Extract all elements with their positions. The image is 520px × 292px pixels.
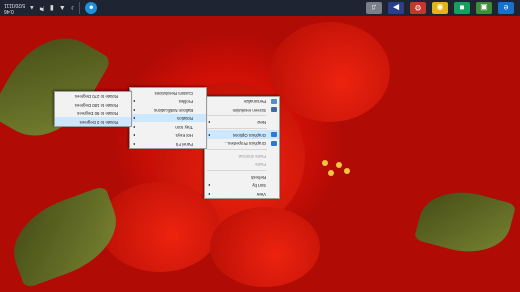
clock-time: 0:46 [4, 8, 14, 14]
flower-stamen [344, 168, 350, 174]
submenu-arrow-icon: ▸ [133, 125, 136, 130]
menu-item-rotate-0[interactable]: Rotate to 0 Degrees [55, 117, 131, 126]
taskbar-clock[interactable]: 0:46 5/20/1111 [4, 2, 25, 14]
menu-divider [207, 149, 267, 150]
intel-graphics-icon [271, 141, 277, 146]
flower-stamen [322, 160, 328, 166]
menu-item-sort-by[interactable]: Sort by ▸ [205, 181, 279, 190]
menu-divider [207, 170, 267, 171]
submenu-arrow-icon: ▸ [133, 116, 136, 122]
settings-icon[interactable]: ⚙ [410, 2, 426, 14]
flower-petal [210, 207, 320, 287]
graphics-options-submenu: Panel Fit ▸ Hot Keys ▸ Tray Icon ▸ Rotation… [129, 87, 207, 149]
clock-date: 5/20/1111 [4, 2, 26, 8]
personalize-icon [271, 99, 277, 104]
rotation-submenu: Rotate to 0 Degrees Rotate to 90 Degrees… [54, 91, 132, 127]
store-icon[interactable]: ■ [454, 2, 470, 14]
submenu-arrow-icon: ▸ [208, 133, 211, 138]
menu-item-balloon-notifications[interactable]: Balloon Notifications ▸ [130, 106, 206, 115]
menu-item-custom-resolutions[interactable]: Custom Resolutions [130, 89, 206, 98]
menu-item-screen-resolution[interactable]: Screen resolution [205, 106, 279, 115]
tray-divider [79, 2, 81, 14]
leaf [413, 181, 517, 263]
notification-icon[interactable]: ● [85, 2, 98, 14]
submenu-arrow-icon: ▸ [208, 183, 211, 189]
flag-icon[interactable]: ⚑ [39, 4, 45, 12]
submenu-arrow-icon: ▸ [133, 99, 136, 105]
flower-stamen [328, 170, 334, 176]
menu-item-personalize[interactable]: Personalize [205, 97, 279, 106]
network-icon[interactable]: ▲ [59, 5, 66, 12]
flower-petal [100, 182, 220, 272]
menu-item-paste-shortcut[interactable]: Paste shortcut [205, 152, 279, 161]
menu-item-rotate-270[interactable]: Rotate to 270 Degrees [55, 92, 131, 101]
chevron-up-icon[interactable]: ▴ [30, 4, 34, 12]
system-tray: ● ♪ ▲ ▮ ⚑ ▴ 0:46 5/20/1111 [4, 0, 98, 16]
menu-item-tray-icon[interactable]: Tray Icon ▸ [130, 123, 206, 132]
menu-item-new[interactable]: New ▸ [205, 118, 279, 127]
leaf [0, 19, 113, 155]
menu-item-rotation[interactable]: Rotation ▸ [130, 114, 206, 123]
battery-icon[interactable]: ▮ [50, 4, 54, 12]
photos-icon[interactable]: ▣ [476, 2, 492, 14]
menu-item-view[interactable]: View ▸ [205, 190, 279, 199]
menu-item-hot-keys[interactable]: Hot Keys ▸ [130, 131, 206, 140]
taskbar: e ▣ ■ ◉ ⚙ ▶ ♫ ● ♪ ▲ ▮ ⚑ ▴ 0:46 5/20/1111 [0, 0, 520, 16]
edge-icon[interactable]: e [498, 2, 514, 14]
menu-item-graphics-options[interactable]: Graphics Options ▸ [205, 130, 279, 139]
chrome-icon[interactable]: ◉ [432, 2, 448, 14]
menu-item-profiles[interactable]: Profiles ▸ [130, 97, 206, 106]
submenu-arrow-icon: ▸ [208, 120, 211, 126]
menu-item-paste[interactable]: Paste [205, 160, 279, 169]
submenu-arrow-icon: ▸ [133, 108, 136, 113]
desktop-context-menu: View ▸ Sort by ▸ Refresh Paste Paste short… [204, 96, 280, 199]
menu-item-rotate-90[interactable]: Rotate to 90 Degrees [55, 109, 131, 118]
submenu-arrow-icon: ▸ [208, 192, 211, 197]
flower-stamen [336, 162, 342, 168]
menu-item-refresh[interactable]: Refresh [205, 173, 279, 182]
menu-item-rotate-180[interactable]: Rotate to 180 Degrees [55, 101, 131, 110]
submenu-arrow-icon: ▸ [133, 142, 136, 147]
menu-item-panel-fit[interactable]: Panel Fit ▸ [130, 140, 206, 149]
video-editor-icon[interactable]: ▶ [388, 2, 404, 14]
speaker-icon[interactable]: ♪ [71, 5, 75, 12]
menu-item-graphics-properties[interactable]: Graphics Properties... [205, 139, 279, 148]
flower-petal [270, 22, 390, 122]
menu-divider [207, 115, 267, 117]
media-icon[interactable]: ♫ [366, 2, 382, 14]
leaf [1, 185, 129, 289]
display-icon [271, 107, 277, 113]
taskbar-pinned-apps: e ▣ ■ ◉ ⚙ ▶ ♫ [366, 0, 514, 16]
submenu-arrow-icon: ▸ [133, 133, 136, 139]
intel-graphics-icon [271, 132, 277, 138]
menu-divider [207, 128, 267, 129]
desktop-screen: View ▸ Sort by ▸ Refresh Paste Paste short… [0, 0, 520, 292]
